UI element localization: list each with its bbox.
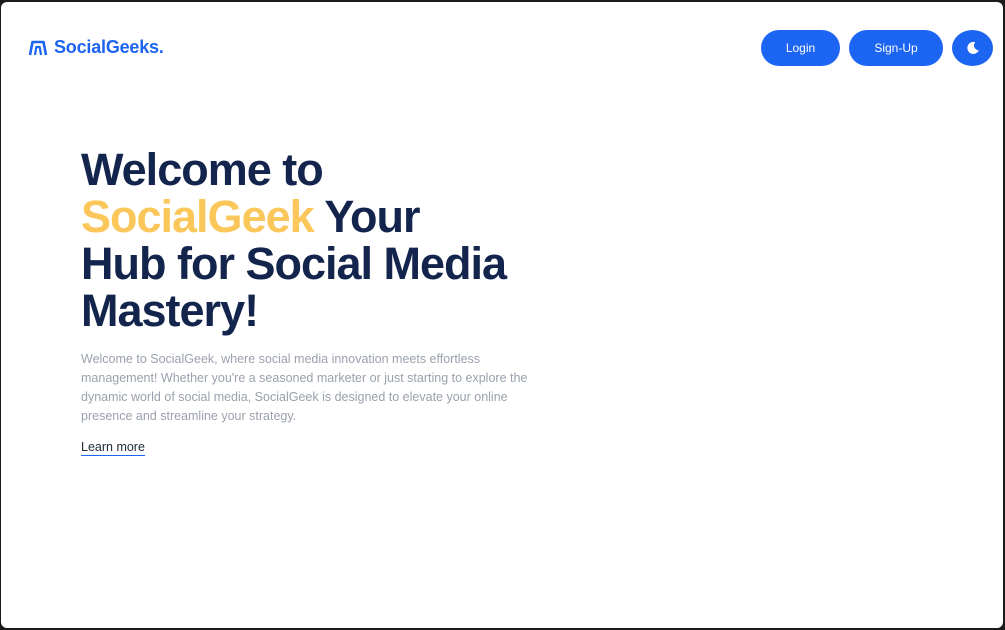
learn-more-link[interactable]: Learn more — [81, 440, 145, 456]
hero-title-accent: SocialGeek — [81, 191, 315, 242]
hero-section: Welcome to SocialGeek Your Hub for Socia… — [81, 146, 561, 456]
brand-logo-link[interactable]: SocialGeeks. — [28, 37, 164, 58]
hero-title: Welcome to SocialGeek Your Hub for Socia… — [81, 146, 561, 334]
browser-viewport: SocialGeeks. Login Sign-Up Welcome to So… — [1, 2, 1003, 628]
arch-logo-icon — [28, 40, 48, 55]
brand-name: SocialGeeks. — [54, 37, 164, 57]
hero-title-line1: Welcome to — [81, 144, 324, 195]
hero-title-line4: Mastery! — [81, 285, 259, 336]
login-button[interactable]: Login — [761, 30, 840, 66]
hero-description: Welcome to SocialGeek, where social medi… — [81, 352, 528, 423]
signup-button[interactable]: Sign-Up — [849, 30, 943, 66]
hero-title-line3: Hub for Social Media — [81, 238, 507, 289]
hero-title-after-accent: Your — [313, 191, 420, 242]
moon-icon — [966, 41, 979, 54]
site-header: SocialGeeks. Login Sign-Up — [1, 2, 1003, 94]
theme-toggle-button[interactable] — [952, 30, 993, 66]
